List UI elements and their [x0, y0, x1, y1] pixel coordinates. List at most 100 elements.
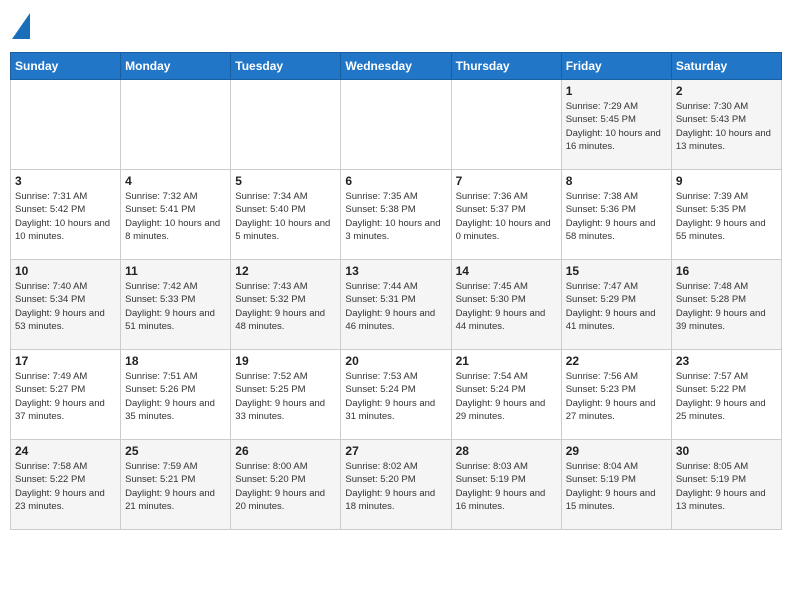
day-info: Sunrise: 7:56 AM Sunset: 5:23 PM Dayligh…	[566, 370, 667, 423]
calendar-cell: 17 Sunrise: 7:49 AM Sunset: 5:27 PM Dayli…	[11, 350, 121, 440]
day-info: Sunrise: 8:03 AM Sunset: 5:19 PM Dayligh…	[456, 460, 557, 513]
day-number: 10	[15, 264, 116, 278]
day-number: 3	[15, 174, 116, 188]
calendar-week-4: 24Sunrise: 7:58 AM Sunset: 5:22 PM Dayli…	[11, 440, 782, 530]
day-info: Sunrise: 7:39 AM Sunset: 5:35 PM Dayligh…	[676, 190, 777, 243]
calendar-cell: 21Sunrise: 7:54 AM Sunset: 5:24 PM Dayli…	[451, 350, 561, 440]
day-number: 19	[235, 354, 336, 368]
calendar-week-3: 17 Sunrise: 7:49 AM Sunset: 5:27 PM Dayli…	[11, 350, 782, 440]
day-info: Sunrise: 7:30 AM Sunset: 5:43 PM Dayligh…	[676, 100, 777, 153]
day-info: Sunrise: 7:59 AM Sunset: 5:21 PM Dayligh…	[125, 460, 226, 513]
day-number: 17	[15, 354, 116, 368]
day-number: 13	[345, 264, 446, 278]
calendar-cell: 1 Sunrise: 7:29 AM Sunset: 5:45 PM Daylig…	[561, 80, 671, 170]
calendar-cell: 30 Sunrise: 8:05 AM Sunset: 5:19 PM Dayli…	[671, 440, 781, 530]
header-sunday: Sunday	[11, 53, 121, 80]
calendar-cell: 29Sunrise: 8:04 AM Sunset: 5:19 PM Dayli…	[561, 440, 671, 530]
calendar-cell: 2Sunrise: 7:30 AM Sunset: 5:43 PM Daylig…	[671, 80, 781, 170]
calendar-cell: 11 Sunrise: 7:42 AM Sunset: 5:33 PM Dayli…	[121, 260, 231, 350]
calendar-cell	[121, 80, 231, 170]
calendar-cell: 19Sunrise: 7:52 AM Sunset: 5:25 PM Dayli…	[231, 350, 341, 440]
calendar-header-row: SundayMondayTuesdayWednesdayThursdayFrid…	[11, 53, 782, 80]
day-info: Sunrise: 7:42 AM Sunset: 5:33 PM Dayligh…	[125, 280, 226, 333]
day-number: 4	[125, 174, 226, 188]
calendar-cell: 18 Sunrise: 7:51 AM Sunset: 5:26 PM Dayli…	[121, 350, 231, 440]
calendar-cell: 9 Sunrise: 7:39 AM Sunset: 5:35 PM Daylig…	[671, 170, 781, 260]
calendar-cell: 26 Sunrise: 8:00 AM Sunset: 5:20 PM Dayli…	[231, 440, 341, 530]
day-info: Sunrise: 7:51 AM Sunset: 5:26 PM Dayligh…	[125, 370, 226, 423]
calendar-cell	[341, 80, 451, 170]
day-number: 16	[676, 264, 777, 278]
calendar-cell	[451, 80, 561, 170]
day-number: 6	[345, 174, 446, 188]
day-number: 23	[676, 354, 777, 368]
logo-arrow-icon	[12, 13, 30, 39]
logo	[10, 10, 30, 44]
page-header	[10, 10, 782, 44]
day-info: Sunrise: 7:49 AM Sunset: 5:27 PM Dayligh…	[15, 370, 116, 423]
day-number: 18	[125, 354, 226, 368]
calendar-table: SundayMondayTuesdayWednesdayThursdayFrid…	[10, 52, 782, 530]
calendar-cell: 14 Sunrise: 7:45 AM Sunset: 5:30 PM Dayli…	[451, 260, 561, 350]
day-info: Sunrise: 8:02 AM Sunset: 5:20 PM Dayligh…	[345, 460, 446, 513]
day-info: Sunrise: 7:31 AM Sunset: 5:42 PM Dayligh…	[15, 190, 116, 243]
calendar-week-2: 10 Sunrise: 7:40 AM Sunset: 5:34 PM Dayli…	[11, 260, 782, 350]
day-info: Sunrise: 7:54 AM Sunset: 5:24 PM Dayligh…	[456, 370, 557, 423]
day-number: 30	[676, 444, 777, 458]
header-tuesday: Tuesday	[231, 53, 341, 80]
calendar-week-1: 3 Sunrise: 7:31 AM Sunset: 5:42 PM Daylig…	[11, 170, 782, 260]
calendar-cell: 7Sunrise: 7:36 AM Sunset: 5:37 PM Daylig…	[451, 170, 561, 260]
calendar-cell: 12 Sunrise: 7:43 AM Sunset: 5:32 PM Dayli…	[231, 260, 341, 350]
calendar-cell: 16 Sunrise: 7:48 AM Sunset: 5:28 PM Dayli…	[671, 260, 781, 350]
day-info: Sunrise: 7:45 AM Sunset: 5:30 PM Dayligh…	[456, 280, 557, 333]
calendar-cell: 15 Sunrise: 7:47 AM Sunset: 5:29 PM Dayli…	[561, 260, 671, 350]
day-info: Sunrise: 7:44 AM Sunset: 5:31 PM Dayligh…	[345, 280, 446, 333]
day-number: 8	[566, 174, 667, 188]
day-number: 11	[125, 264, 226, 278]
header-friday: Friday	[561, 53, 671, 80]
day-number: 5	[235, 174, 336, 188]
calendar-cell: 28 Sunrise: 8:03 AM Sunset: 5:19 PM Dayli…	[451, 440, 561, 530]
day-number: 26	[235, 444, 336, 458]
day-number: 24	[15, 444, 116, 458]
day-info: Sunrise: 7:38 AM Sunset: 5:36 PM Dayligh…	[566, 190, 667, 243]
header-saturday: Saturday	[671, 53, 781, 80]
header-thursday: Thursday	[451, 53, 561, 80]
day-number: 25	[125, 444, 226, 458]
calendar-cell: 23 Sunrise: 7:57 AM Sunset: 5:22 PM Dayli…	[671, 350, 781, 440]
day-number: 15	[566, 264, 667, 278]
day-number: 14	[456, 264, 557, 278]
day-info: Sunrise: 7:32 AM Sunset: 5:41 PM Dayligh…	[125, 190, 226, 243]
header-wednesday: Wednesday	[341, 53, 451, 80]
day-info: Sunrise: 7:29 AM Sunset: 5:45 PM Dayligh…	[566, 100, 667, 153]
day-info: Sunrise: 7:53 AM Sunset: 5:24 PM Dayligh…	[345, 370, 446, 423]
calendar-cell	[11, 80, 121, 170]
day-number: 1	[566, 84, 667, 98]
day-info: Sunrise: 7:36 AM Sunset: 5:37 PM Dayligh…	[456, 190, 557, 243]
day-number: 27	[345, 444, 446, 458]
calendar-cell: 3 Sunrise: 7:31 AM Sunset: 5:42 PM Daylig…	[11, 170, 121, 260]
day-number: 22	[566, 354, 667, 368]
calendar-cell: 5 Sunrise: 7:34 AM Sunset: 5:40 PM Daylig…	[231, 170, 341, 260]
header-monday: Monday	[121, 53, 231, 80]
day-info: Sunrise: 7:35 AM Sunset: 5:38 PM Dayligh…	[345, 190, 446, 243]
day-info: Sunrise: 7:40 AM Sunset: 5:34 PM Dayligh…	[15, 280, 116, 333]
day-number: 20	[345, 354, 446, 368]
day-info: Sunrise: 8:00 AM Sunset: 5:20 PM Dayligh…	[235, 460, 336, 513]
day-number: 9	[676, 174, 777, 188]
day-info: Sunrise: 7:57 AM Sunset: 5:22 PM Dayligh…	[676, 370, 777, 423]
calendar-cell: 20 Sunrise: 7:53 AM Sunset: 5:24 PM Dayli…	[341, 350, 451, 440]
calendar-cell: 27 Sunrise: 8:02 AM Sunset: 5:20 PM Dayli…	[341, 440, 451, 530]
day-info: Sunrise: 7:47 AM Sunset: 5:29 PM Dayligh…	[566, 280, 667, 333]
calendar-cell: 6 Sunrise: 7:35 AM Sunset: 5:38 PM Daylig…	[341, 170, 451, 260]
day-info: Sunrise: 8:04 AM Sunset: 5:19 PM Dayligh…	[566, 460, 667, 513]
day-info: Sunrise: 7:34 AM Sunset: 5:40 PM Dayligh…	[235, 190, 336, 243]
calendar-cell: 8 Sunrise: 7:38 AM Sunset: 5:36 PM Daylig…	[561, 170, 671, 260]
day-info: Sunrise: 7:43 AM Sunset: 5:32 PM Dayligh…	[235, 280, 336, 333]
day-info: Sunrise: 8:05 AM Sunset: 5:19 PM Dayligh…	[676, 460, 777, 513]
calendar-cell: 10 Sunrise: 7:40 AM Sunset: 5:34 PM Dayli…	[11, 260, 121, 350]
day-number: 12	[235, 264, 336, 278]
day-number: 28	[456, 444, 557, 458]
day-info: Sunrise: 7:48 AM Sunset: 5:28 PM Dayligh…	[676, 280, 777, 333]
calendar-cell: 13 Sunrise: 7:44 AM Sunset: 5:31 PM Dayli…	[341, 260, 451, 350]
